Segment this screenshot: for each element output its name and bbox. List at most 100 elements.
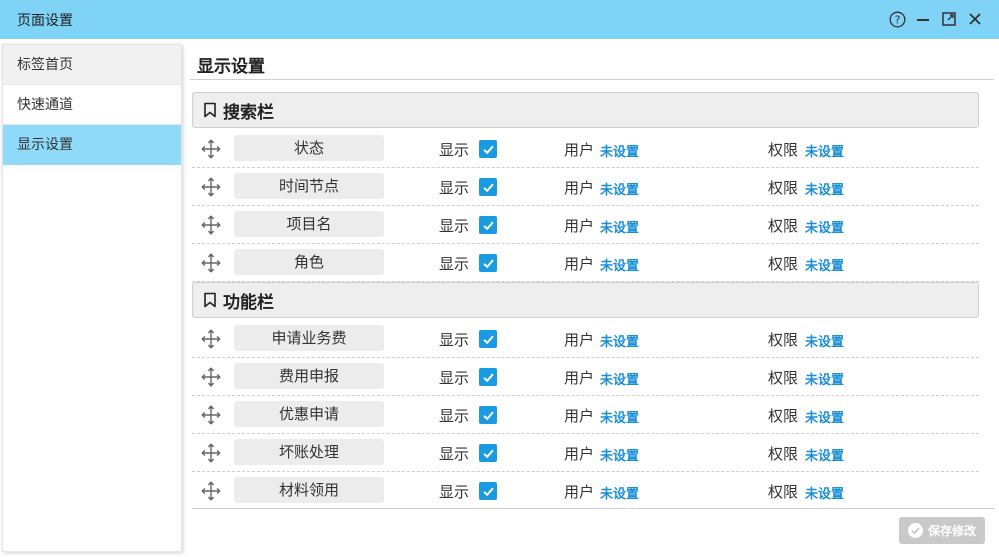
show-checkbox[interactable] <box>479 482 497 500</box>
setting-row: 角色 显示 用户 未设置 权限 未设置 <box>192 244 979 282</box>
user-label: 用户 <box>564 141 595 159</box>
setting-row: 费用申报 显示 用户 未设置 权限 未设置 <box>192 358 979 396</box>
move-icon[interactable] <box>201 139 221 159</box>
show-checkbox[interactable] <box>479 178 497 196</box>
window-controls: ? <box>887 9 985 29</box>
section-header: 功能栏 <box>192 282 979 318</box>
svg-text:?: ? <box>894 13 900 26</box>
field-name: 材料领用 <box>234 477 384 503</box>
permission-label: 权限 <box>768 255 799 273</box>
move-icon[interactable] <box>201 443 221 463</box>
user-setting-link[interactable]: 未设置 <box>600 179 639 198</box>
setting-row: 优惠申请 显示 用户 未设置 权限 未设置 <box>192 396 979 434</box>
field-name: 优惠申请 <box>234 401 384 427</box>
sidebar-item-quick-access[interactable]: 快速通道 <box>3 85 181 125</box>
setting-row: 状态 显示 用户 未设置 权限 未设置 <box>192 130 979 168</box>
show-checkbox[interactable] <box>479 216 497 234</box>
permission-setting-link[interactable]: 未设置 <box>805 217 844 236</box>
user-setting-link[interactable]: 未设置 <box>600 141 639 160</box>
show-label: 显示 <box>439 483 470 501</box>
title-divider <box>190 79 994 80</box>
permission-label: 权限 <box>768 445 799 463</box>
page-title: 显示设置 <box>197 57 265 77</box>
user-label: 用户 <box>564 483 595 501</box>
field-name: 坏账处理 <box>234 439 384 465</box>
show-label: 显示 <box>439 445 470 463</box>
field-name: 时间节点 <box>234 173 384 199</box>
user-setting-link[interactable]: 未设置 <box>600 483 639 502</box>
save-button[interactable]: 保存修改 <box>899 517 985 544</box>
permission-setting-link[interactable]: 未设置 <box>805 141 844 160</box>
section-title: 功能栏 <box>223 292 274 313</box>
permission-label: 权限 <box>768 141 799 159</box>
field-name: 角色 <box>234 249 384 275</box>
user-label: 用户 <box>564 407 595 425</box>
show-label: 显示 <box>439 217 470 235</box>
help-icon[interactable]: ? <box>887 9 907 29</box>
permission-label: 权限 <box>768 331 799 349</box>
close-icon[interactable] <box>965 9 985 29</box>
user-label: 用户 <box>564 179 595 197</box>
show-checkbox[interactable] <box>479 368 497 386</box>
move-icon[interactable] <box>201 329 221 349</box>
maximize-icon[interactable] <box>939 9 959 29</box>
sidebar-item-display-settings[interactable]: 显示设置 <box>3 125 181 165</box>
title-bar: 页面设置 ? <box>0 0 999 39</box>
permission-setting-link[interactable]: 未设置 <box>805 331 844 350</box>
user-label: 用户 <box>564 369 595 387</box>
user-setting-link[interactable]: 未设置 <box>600 407 639 426</box>
bookmark-icon <box>203 102 217 118</box>
show-checkbox[interactable] <box>479 330 497 348</box>
permission-setting-link[interactable]: 未设置 <box>805 407 844 426</box>
permission-setting-link[interactable]: 未设置 <box>805 255 844 274</box>
user-setting-link[interactable]: 未设置 <box>600 217 639 236</box>
move-icon[interactable] <box>201 405 221 425</box>
setting-row: 坏账处理 显示 用户 未设置 权限 未设置 <box>192 434 979 472</box>
move-icon[interactable] <box>201 215 221 235</box>
field-name: 申请业务费 <box>234 325 384 351</box>
permission-setting-link[interactable]: 未设置 <box>805 445 844 464</box>
permission-label: 权限 <box>768 407 799 425</box>
permission-label: 权限 <box>768 217 799 235</box>
sidebar-item-home-tab[interactable]: 标签首页 <box>3 45 181 85</box>
permission-setting-link[interactable]: 未设置 <box>805 179 844 198</box>
show-label: 显示 <box>439 141 470 159</box>
main-panel: 显示设置 搜索栏 状态 显示 用户 未设置 权限 未设置 时间节点 显示 用户 … <box>190 44 994 552</box>
show-label: 显示 <box>439 255 470 273</box>
show-checkbox[interactable] <box>479 140 497 158</box>
user-setting-link[interactable]: 未设置 <box>600 445 639 464</box>
show-checkbox[interactable] <box>479 254 497 272</box>
footer-divider <box>192 508 994 509</box>
show-checkbox[interactable] <box>479 444 497 462</box>
show-label: 显示 <box>439 179 470 197</box>
permission-label: 权限 <box>768 369 799 387</box>
move-icon[interactable] <box>201 177 221 197</box>
setting-row: 材料领用 显示 用户 未设置 权限 未设置 <box>192 472 979 508</box>
setting-row: 申请业务费 显示 用户 未设置 权限 未设置 <box>192 320 979 358</box>
permission-setting-link[interactable]: 未设置 <box>805 369 844 388</box>
permission-label: 权限 <box>768 483 799 501</box>
field-name: 费用申报 <box>234 363 384 389</box>
window-title: 页面设置 <box>17 13 73 29</box>
settings-list[interactable]: 搜索栏 状态 显示 用户 未设置 权限 未设置 时间节点 显示 用户 未设置 权… <box>192 92 979 508</box>
setting-row: 项目名 显示 用户 未设置 权限 未设置 <box>192 206 979 244</box>
minimize-icon[interactable] <box>913 9 933 29</box>
save-button-label: 保存修改 <box>927 524 976 538</box>
move-icon[interactable] <box>201 481 221 501</box>
show-label: 显示 <box>439 369 470 387</box>
user-label: 用户 <box>564 331 595 349</box>
user-setting-link[interactable]: 未设置 <box>600 255 639 274</box>
setting-row: 时间节点 显示 用户 未设置 权限 未设置 <box>192 168 979 206</box>
permission-setting-link[interactable]: 未设置 <box>805 483 844 502</box>
field-name: 状态 <box>234 135 384 161</box>
move-icon[interactable] <box>201 253 221 273</box>
show-checkbox[interactable] <box>479 406 497 424</box>
user-setting-link[interactable]: 未设置 <box>600 369 639 388</box>
check-circle-icon <box>907 523 923 538</box>
permission-label: 权限 <box>768 179 799 197</box>
move-icon[interactable] <box>201 367 221 387</box>
show-label: 显示 <box>439 407 470 425</box>
user-setting-link[interactable]: 未设置 <box>600 331 639 350</box>
show-label: 显示 <box>439 331 470 349</box>
section-title: 搜索栏 <box>223 102 274 123</box>
